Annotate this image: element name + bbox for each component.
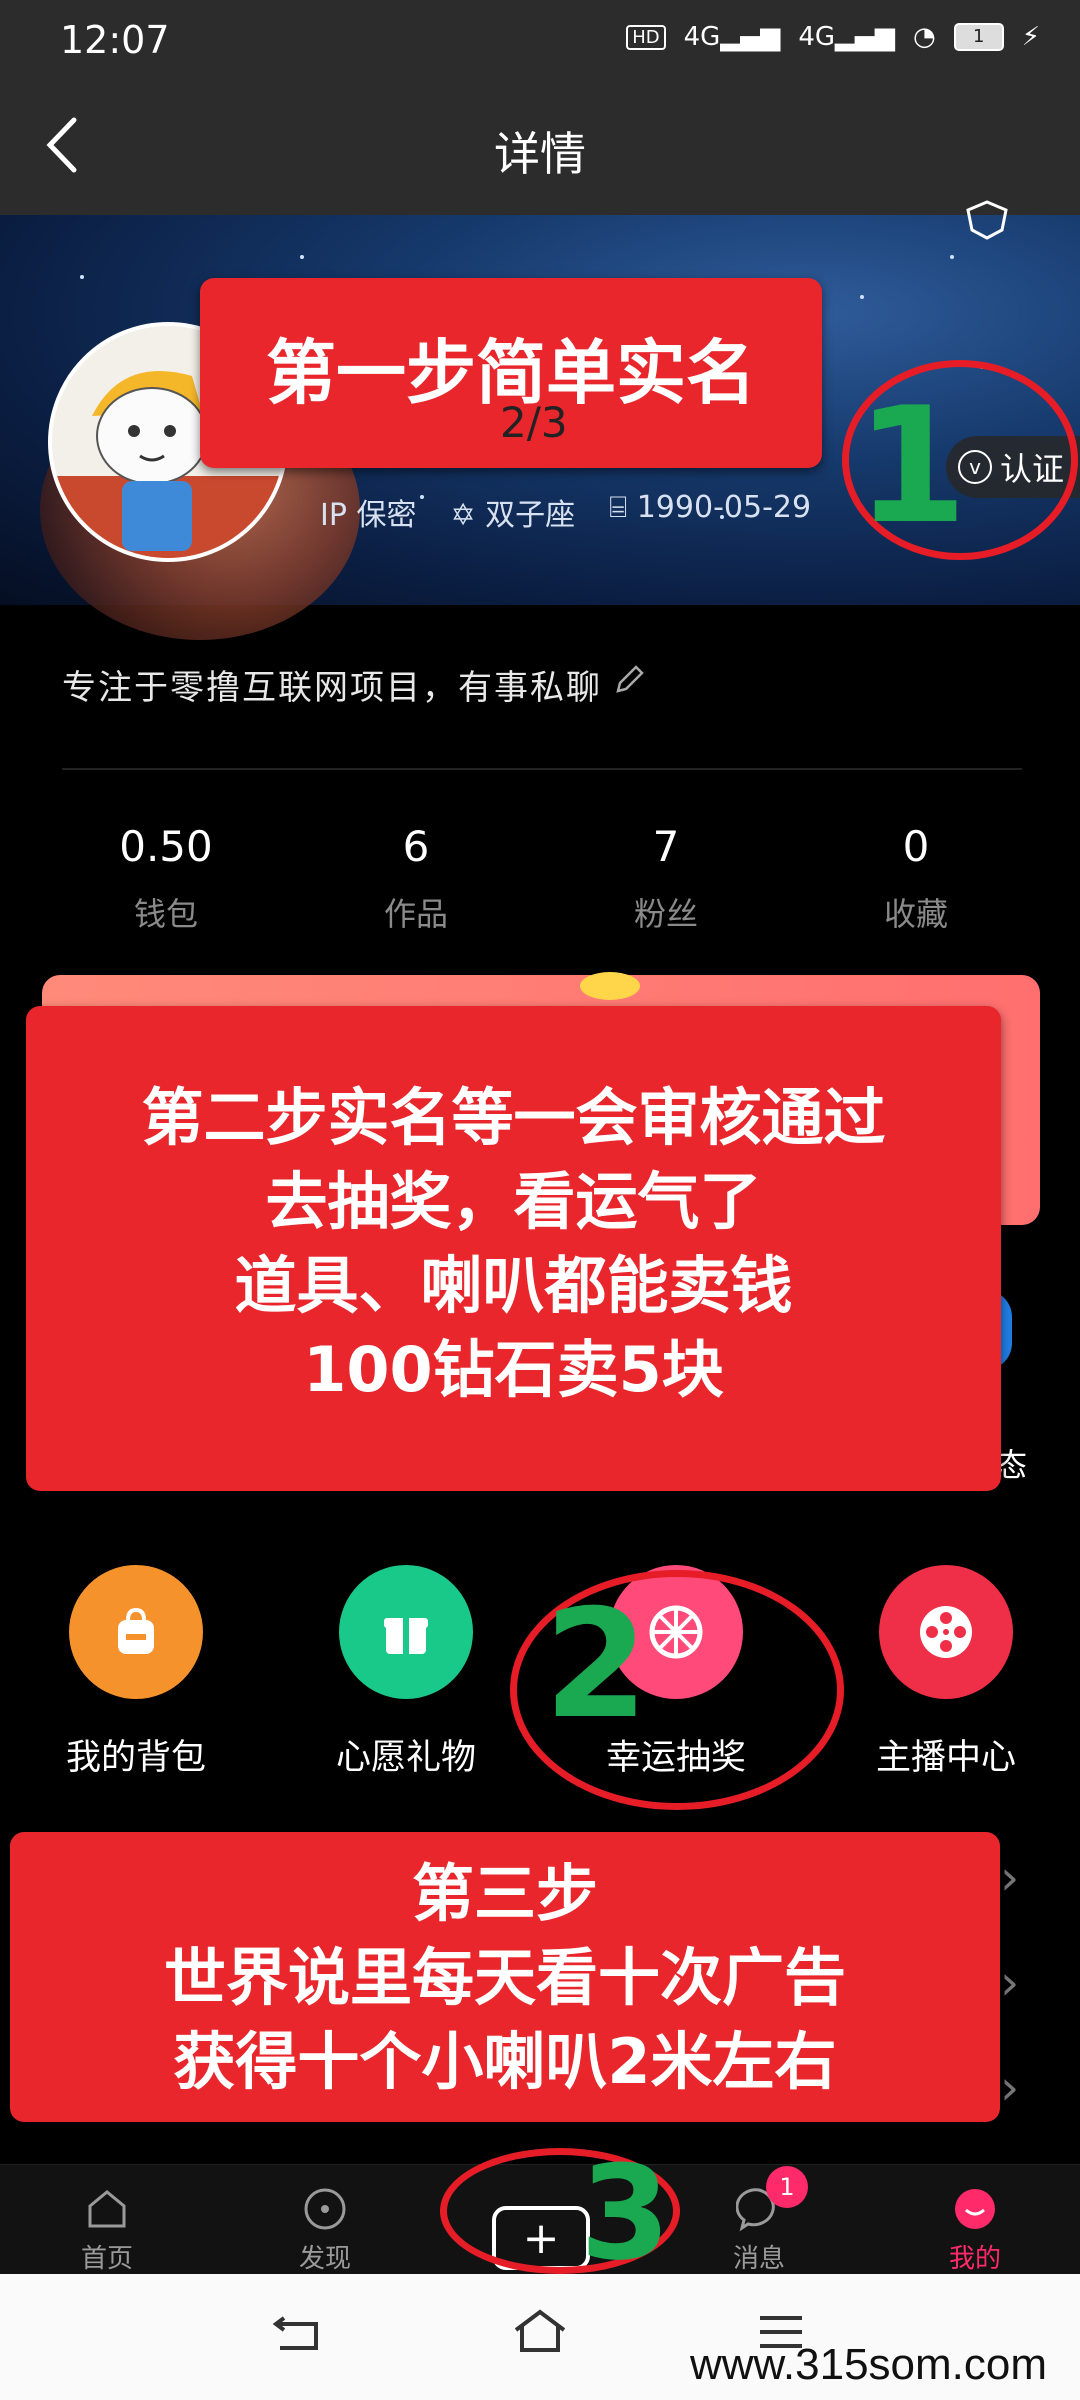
promo-glow (580, 972, 640, 1000)
battery-icon: 1 (953, 23, 1004, 51)
shield-icon[interactable] (962, 200, 1012, 240)
stat-label: 粉丝 (633, 895, 698, 933)
stat-value: 0 (902, 822, 930, 871)
stat-works[interactable]: 6 作品 (306, 822, 526, 935)
hd-icon: HD (626, 24, 666, 50)
discover-icon (302, 2186, 348, 2232)
stat-favorites[interactable]: 0 收藏 (806, 822, 1026, 935)
nav-profile[interactable]: 我的 (900, 2186, 1050, 2275)
annotation-line: 获得十个小喇叭2米左右 (173, 2025, 837, 2098)
tool-label: 主播中心 (875, 1738, 1016, 1778)
stat-value: 0.50 (119, 822, 213, 871)
annotation-line: 第二步实名等一会审核通过 (141, 1081, 886, 1154)
annotation-line: 世界说里每天看十次广告 (163, 1941, 846, 2014)
edit-icon[interactable] (612, 663, 646, 706)
wifi-icon: ◔ (913, 22, 936, 52)
annotation-num-3: 3 (580, 2137, 671, 2289)
chevron-right-icon[interactable]: › (1000, 1850, 1019, 1906)
annotation-line: 道具、喇叭都能卖钱 (234, 1249, 793, 1322)
tool-label: 心愿礼物 (335, 1738, 476, 1778)
wish-gift-button[interactable]: 心愿礼物 (316, 1565, 496, 1780)
nav-home[interactable]: 首页 (32, 2186, 182, 2275)
watermark: www.315som.com (690, 2340, 1048, 2389)
bio-text: 专注于零撸互联网项目，有事私聊 (62, 668, 602, 708)
nav-discover[interactable]: 发现 (250, 2186, 400, 2275)
divider (62, 768, 1022, 770)
birthday: ⌸ 1990-05-29 (609, 490, 812, 525)
stat-label: 收藏 (883, 895, 948, 933)
home-icon (84, 2186, 130, 2232)
stat-fans[interactable]: 7 粉丝 (556, 822, 776, 935)
system-back-icon[interactable] (270, 2310, 324, 2358)
tool-label: 我的背包 (65, 1738, 206, 1778)
status-icons: HD 4G▂▄▆ 4G▂▄▆ ◔ 1 ⚡ (626, 22, 1040, 52)
backpack-button[interactable]: 我的背包 (46, 1565, 226, 1780)
signal-icon: 4G▂▄▆ (683, 22, 781, 52)
annotation-step2: 第二步实名等一会审核通过 去抽奖，看运气了 道具、喇叭都能卖钱 100钻石卖5块 (26, 1006, 1001, 1491)
message-badge: 1 (766, 2166, 808, 2208)
chevron-right-icon[interactable]: › (1000, 2060, 1019, 2116)
annotation-step3: 第三步 世界说里每天看十次广告 获得十个小喇叭2米左右 (10, 1832, 1000, 2122)
nav-label: 消息 (732, 2244, 785, 2274)
profile-meta: IP 保密 ✡ 双子座 ⌸ 1990-05-29 (320, 490, 811, 534)
nav-label: 首页 (80, 2244, 133, 2274)
profile-icon (952, 2186, 998, 2232)
bio[interactable]: 专注于零撸互联网项目，有事私聊 (62, 660, 646, 709)
slide-counter: 2/3 (500, 398, 568, 447)
anchor-center-button[interactable]: 主播中心 (856, 1565, 1036, 1780)
annotation-line: 去抽奖，看运气了 (265, 1165, 762, 1238)
stat-label: 作品 (383, 895, 448, 933)
annotation-line: 第三步 (411, 1857, 598, 1930)
film-reel-icon (879, 1565, 1013, 1699)
signal-icon-2: 4G▂▄▆ (798, 22, 896, 52)
annotation-line: 100钻石卖5块 (303, 1333, 724, 1406)
nav-messages[interactable]: 消息 (684, 2186, 834, 2275)
ip-location: IP 保密 (320, 498, 417, 533)
cake-icon: ⌸ (609, 490, 637, 525)
nav-label: 我的 (948, 2244, 1001, 2274)
status-time: 12:07 (60, 18, 170, 62)
charging-icon: ⚡ (1021, 22, 1040, 52)
stat-value: 6 (402, 822, 430, 871)
nav-label: 发现 (298, 2244, 351, 2274)
system-home-icon[interactable] (510, 2306, 570, 2360)
stat-value: 7 (652, 822, 680, 871)
zodiac: ✡ 双子座 (450, 498, 576, 533)
annotation-num-1: 1 (856, 372, 968, 559)
star-icon: ✡ (450, 498, 486, 533)
stat-wallet[interactable]: 0.50 钱包 (56, 822, 276, 935)
backpack-icon (69, 1565, 203, 1699)
gift-icon (339, 1565, 473, 1699)
stat-label: 钱包 (133, 895, 198, 933)
chevron-right-icon[interactable]: › (1000, 1955, 1019, 2011)
annotation-num-2: 2 (544, 1578, 649, 1752)
page-title: 详情 (494, 127, 586, 181)
